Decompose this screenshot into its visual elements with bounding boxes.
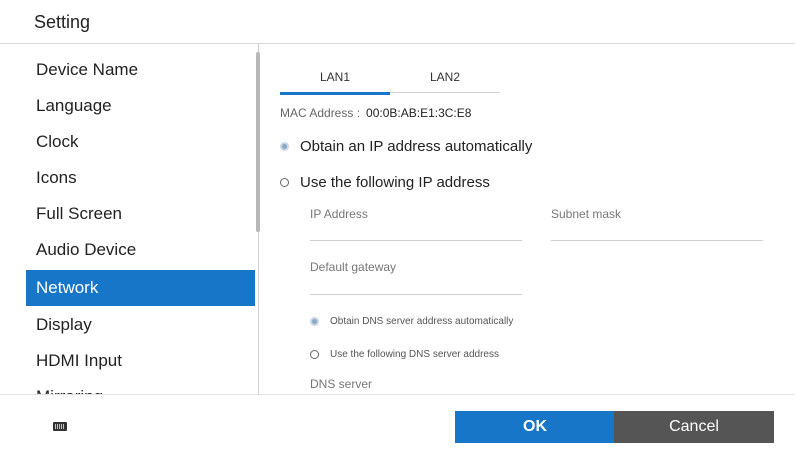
mac-address-label: MAC Address : [280,106,361,120]
default-gateway-field[interactable] [310,294,522,295]
sidebar-item-icons[interactable]: Icons [26,160,255,196]
dns-server-label: DNS server [310,377,373,391]
mac-address-row: MAC Address : 00:0B:AB:E1:3C:E8 [280,106,471,120]
tab-lan2[interactable]: LAN2 [390,66,500,92]
ok-button[interactable]: OK [455,411,615,443]
sidebar-item-language[interactable]: Language [26,88,255,124]
ip-auto-radio[interactable]: Obtain an IP address automatically [280,138,532,155]
radio-selected-icon [310,317,319,326]
settings-dialog: Setting Device Name Language Clock Icons… [0,0,795,455]
title-bar: Setting [0,0,795,44]
dialog-title: Setting [34,12,91,32]
radio-unselected-icon [280,178,289,187]
sidebar-item-clock[interactable]: Clock [26,124,255,160]
dns-auto-label: Obtain DNS server address automatically [330,316,514,327]
radio-unselected-icon [310,350,319,359]
ip-address-field[interactable] [310,240,522,241]
tab-lan1[interactable]: LAN1 [280,66,390,95]
subnet-mask-field[interactable] [551,240,763,241]
ip-auto-label: Obtain an IP address automatically [300,138,533,155]
ip-address-label: IP Address [310,207,368,221]
sidebar-item-mirroring[interactable]: Mirroring [26,379,255,394]
dialog-footer: OK Cancel [0,394,795,455]
dns-manual-label: Use the following DNS server address [330,349,499,360]
sidebar-item-hdmi-input[interactable]: HDMI Input [26,343,255,379]
keyboard-icon[interactable] [53,422,67,431]
sidebar-item-full-screen[interactable]: Full Screen [26,196,255,232]
sidebar-item-audio-device[interactable]: Audio Device [26,232,255,268]
settings-sidebar: Device Name Language Clock Icons Full Sc… [0,44,259,394]
lan-tabs: LAN1 LAN2 [280,66,500,95]
subnet-mask-label: Subnet mask [551,207,622,221]
default-gateway-label: Default gateway [310,260,397,274]
ip-manual-radio[interactable]: Use the following IP address [280,174,490,191]
cancel-button[interactable]: Cancel [614,411,774,443]
sidebar-item-display[interactable]: Display [26,307,255,343]
dns-manual-radio[interactable]: Use the following DNS server address [310,349,499,360]
radio-selected-icon [280,142,289,151]
ip-manual-label: Use the following IP address [300,174,490,191]
dns-auto-radio[interactable]: Obtain DNS server address automatically [310,316,513,327]
network-panel: LAN1 LAN2 MAC Address : 00:0B:AB:E1:3C:E8… [260,44,795,394]
mac-address-value: 00:0B:AB:E1:3C:E8 [366,106,472,120]
sidebar-item-network[interactable]: Network [26,270,255,306]
sidebar-item-device-name[interactable]: Device Name [26,52,255,88]
